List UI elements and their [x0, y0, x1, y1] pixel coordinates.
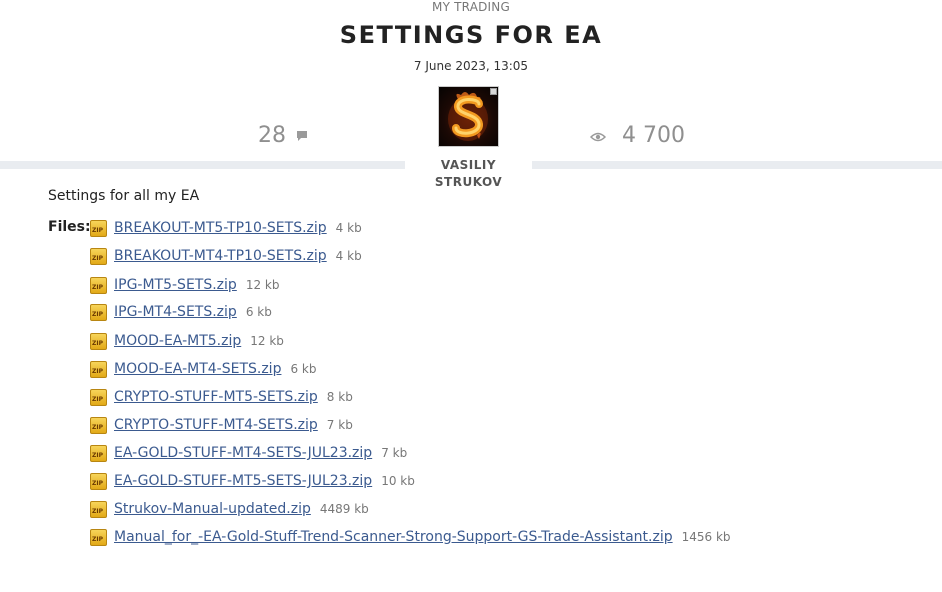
file-attachment-row: EA-GOLD-STUFF-MT4-SETS-JUL23.zip 7 kb — [90, 443, 407, 463]
zip-file-icon — [90, 444, 107, 462]
file-attachment-row: MOOD-EA-MT4-SETS.zip 6 kb — [90, 359, 316, 379]
zip-file-icon — [90, 360, 107, 378]
file-attachment-row: MOOD-EA-MT5.zip 12 kb — [90, 331, 284, 351]
file-download-link[interactable]: EA-GOLD-STUFF-MT5-SETS-JUL23.zip — [114, 472, 372, 490]
avatar-corner-badge — [490, 88, 497, 95]
file-download-link[interactable]: Strukov-Manual-updated.zip — [114, 500, 311, 518]
blog-post-page: MY TRADING SETTINGS FOR EA 7 June 2023, … — [0, 0, 942, 592]
file-download-link[interactable]: MOOD-EA-MT4-SETS.zip — [114, 360, 281, 378]
zip-file-icon — [90, 303, 107, 321]
file-size: 4 kb — [335, 249, 362, 263]
comments-count: 28 — [258, 122, 286, 148]
file-attachment-row: CRYPTO-STUFF-MT5-SETS.zip 8 kb — [90, 387, 353, 407]
post-title: SETTINGS FOR EA — [339, 21, 603, 49]
file-attachment-row: EA-GOLD-STUFF-MT5-SETS-JUL23.zip 10 kb — [90, 471, 415, 491]
file-size: 4489 kb — [319, 502, 369, 516]
file-download-link[interactable]: EA-GOLD-STUFF-MT4-SETS-JUL23.zip — [114, 444, 372, 462]
zip-file-icon — [90, 276, 107, 294]
zip-file-icon — [90, 416, 107, 434]
file-download-link[interactable]: MOOD-EA-MT5.zip — [114, 332, 241, 350]
file-attachment-row: CRYPTO-STUFF-MT4-SETS.zip 7 kb — [90, 415, 353, 435]
file-size: 8 kb — [326, 390, 353, 404]
views-count: 4 700 — [622, 122, 685, 148]
views-counter: 4 700 — [589, 121, 685, 149]
file-size: 10 kb — [381, 474, 415, 488]
zip-file-icon — [90, 332, 107, 350]
file-size: 12 kb — [250, 334, 284, 348]
post-category[interactable]: MY TRADING — [0, 0, 942, 15]
file-size: 4 kb — [335, 221, 362, 235]
zip-file-icon — [90, 528, 107, 546]
file-attachment-row: IPG-MT5-SETS.zip 12 kb — [90, 275, 279, 295]
zip-file-icon — [90, 388, 107, 406]
file-size: 1456 kb — [681, 530, 731, 544]
zip-file-icon — [90, 500, 107, 518]
file-size: 7 kb — [381, 446, 408, 460]
post-date: 7 June 2023, 13:05 — [413, 59, 529, 73]
post-description: Settings for all my EA — [48, 188, 200, 204]
file-attachment-row: IPG-MT4-SETS.zip 6 kb — [90, 302, 272, 322]
flaming-s-avatar-icon — [448, 92, 488, 141]
author-avatar[interactable] — [438, 86, 499, 147]
file-size: 12 kb — [245, 278, 280, 292]
file-download-link[interactable]: CRYPTO-STUFF-MT4-SETS.zip — [114, 416, 318, 434]
files-label: Files: — [48, 219, 91, 235]
file-size: 6 kb — [245, 305, 272, 319]
file-download-link[interactable]: BREAKOUT-MT5-TP10-SETS.zip — [114, 219, 327, 237]
file-attachment-row: Manual_for_-EA-Gold-Stuff-Trend-Scanner-… — [90, 527, 731, 547]
zip-file-icon — [90, 219, 107, 237]
file-attachment-row: BREAKOUT-MT5-TP10-SETS.zip 4 kb — [90, 218, 362, 238]
file-download-link[interactable]: IPG-MT5-SETS.zip — [114, 276, 237, 294]
file-attachment-row: Strukov-Manual-updated.zip 4489 kb — [90, 499, 369, 519]
zip-file-icon — [90, 247, 107, 265]
file-download-link[interactable]: BREAKOUT-MT4-TP10-SETS.zip — [114, 247, 327, 265]
file-attachment-row: BREAKOUT-MT4-TP10-SETS.zip 4 kb — [90, 246, 362, 266]
zip-file-icon — [90, 472, 107, 490]
file-size: 7 kb — [326, 418, 353, 432]
comment-icon — [296, 123, 308, 148]
file-download-link[interactable]: IPG-MT4-SETS.zip — [114, 303, 237, 321]
author-name[interactable]: VASILIY STRUKOV — [405, 157, 532, 189]
comments-counter[interactable]: 28 — [258, 121, 308, 149]
file-download-link[interactable]: Manual_for_-EA-Gold-Stuff-Trend-Scanner-… — [114, 528, 673, 546]
file-size: 6 kb — [290, 362, 317, 376]
file-download-link[interactable]: CRYPTO-STUFF-MT5-SETS.zip — [114, 388, 318, 406]
eye-icon — [589, 123, 607, 148]
